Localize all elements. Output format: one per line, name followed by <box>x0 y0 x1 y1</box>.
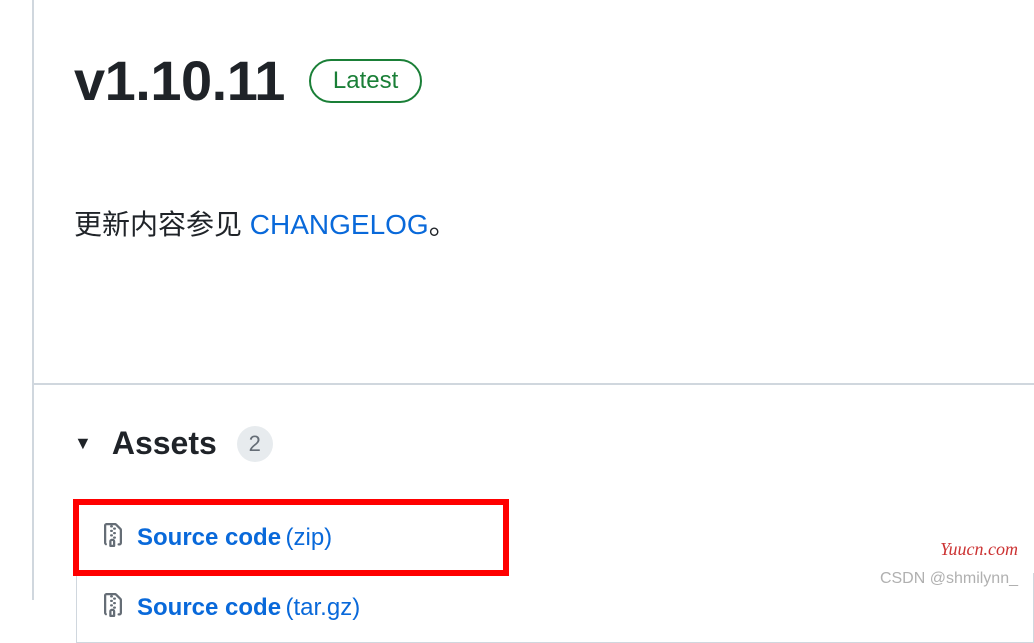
asset-name: Source code (tar.gz) <box>137 594 360 622</box>
asset-link-text: Source code <box>137 594 281 621</box>
release-body-prefix: 更新内容参见 <box>74 209 250 240</box>
watermark-author: CSDN @shmilynn_ <box>880 570 1018 588</box>
zip-file-icon <box>101 521 125 554</box>
section-divider <box>34 383 1034 385</box>
latest-badge: Latest <box>309 59 422 103</box>
asset-ext-text: (tar.gz) <box>286 594 361 621</box>
watermark-site: Yuucn.com <box>940 539 1018 560</box>
assets-title: Assets <box>112 425 217 462</box>
release-version-title: v1.10.11 <box>74 48 285 113</box>
release-container: v1.10.11 Latest 更新内容参见 CHANGELOG。 ▼ Asse… <box>32 0 1034 600</box>
asset-ext-text: (zip) <box>286 524 333 551</box>
release-header: v1.10.11 Latest <box>74 48 1034 113</box>
release-body-suffix: 。 <box>429 209 457 240</box>
changelog-link[interactable]: CHANGELOG <box>250 209 429 240</box>
assets-count-badge: 2 <box>237 426 273 462</box>
zip-file-icon <box>101 591 125 624</box>
release-body: 更新内容参见 CHANGELOG。 <box>74 203 1034 313</box>
asset-link-text: Source code <box>137 524 281 551</box>
asset-name: Source code (zip) <box>137 524 332 552</box>
assets-toggle[interactable]: ▼ Assets 2 <box>74 425 1034 462</box>
caret-down-icon: ▼ <box>74 433 92 454</box>
asset-row[interactable]: Source code (zip) <box>76 502 506 573</box>
